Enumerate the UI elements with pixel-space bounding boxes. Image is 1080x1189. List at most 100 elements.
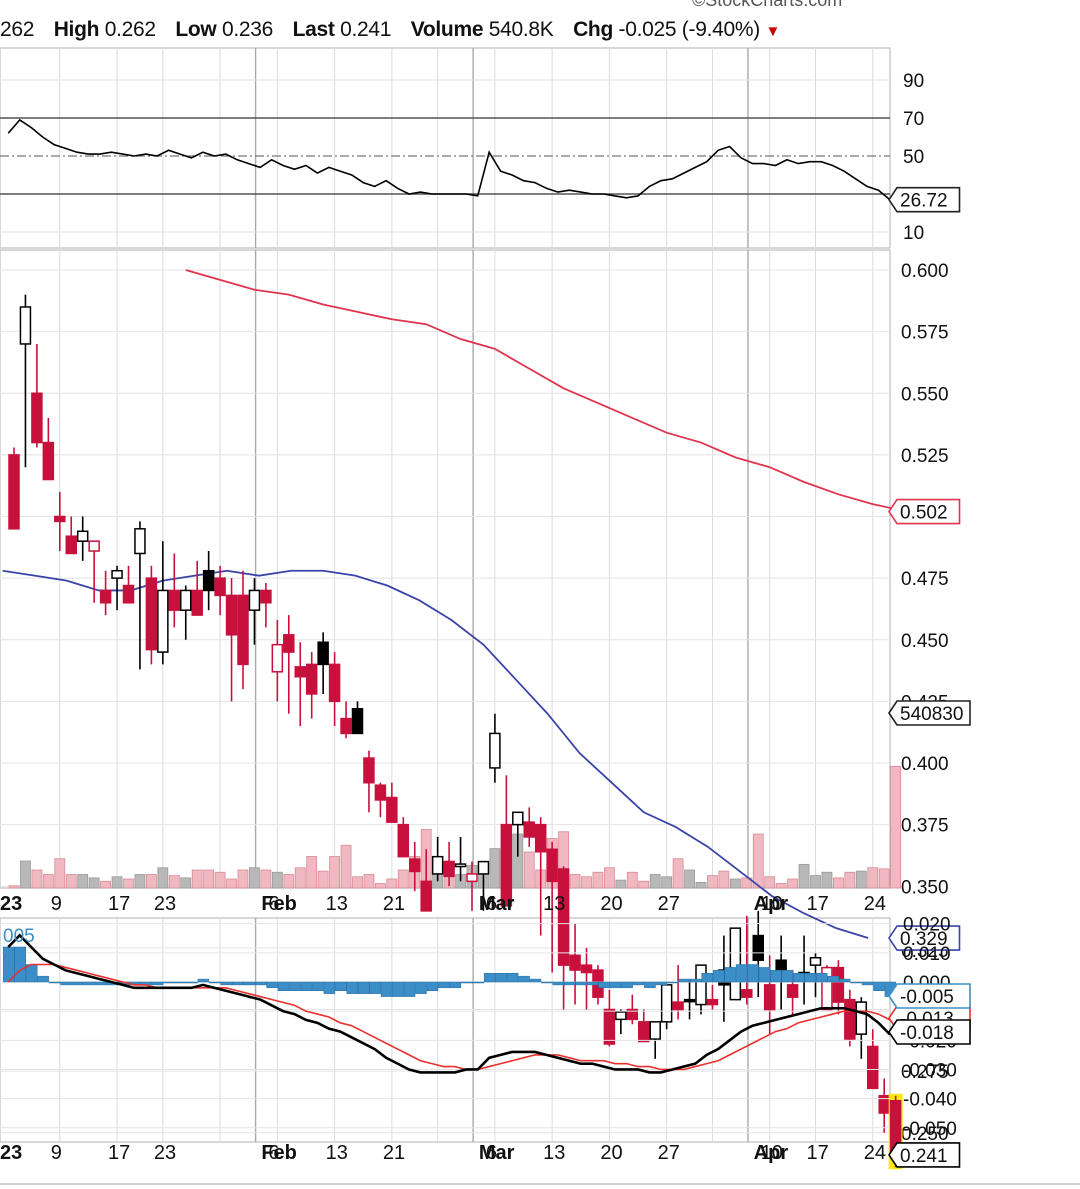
volume-bar (626, 871, 638, 889)
volume-bar (581, 876, 592, 889)
candle-body (305, 663, 318, 695)
volume-bar (134, 874, 146, 889)
volume-bar (810, 875, 821, 889)
candle-body (31, 392, 43, 444)
candle-body (512, 811, 524, 826)
price-y-tick: 0.400 (901, 754, 949, 775)
volume-bar (867, 867, 879, 889)
macd-histogram-bar (541, 981, 553, 984)
volume-bar (214, 871, 226, 889)
volume-bar (890, 765, 902, 889)
x-axis-label: 13 (326, 1142, 348, 1164)
volume-bar (329, 856, 341, 889)
volume-bar (237, 869, 249, 889)
candle-body (431, 855, 444, 875)
stock-chart: 90 70 50 10 26.72 0.600 0.575 0.550 0.525 0.475 0.… (0, 47, 971, 1170)
volume-bar (718, 870, 730, 889)
macd-y-tick: 0.010 (903, 944, 951, 965)
candle-body (363, 757, 375, 784)
bottom-divider (0, 1183, 1080, 1185)
candle-body (283, 634, 295, 653)
last-price-tag: 0.241 (900, 1146, 948, 1167)
macd-histogram-bar (369, 981, 381, 994)
macd-histogram-bar (266, 981, 278, 989)
candle-body (191, 589, 203, 616)
volume-bar (203, 869, 215, 889)
volume-bar (695, 881, 707, 889)
macd-histogram-bar (781, 970, 794, 983)
candle-body (763, 984, 776, 1011)
macd-histogram-bar (793, 973, 805, 983)
x-axis-label: 23 (154, 893, 176, 915)
price-y-tick: 0.600 (901, 261, 949, 282)
volume-bar (787, 878, 798, 889)
volume-bar (855, 870, 867, 889)
x-axis-label: 17 (807, 1142, 829, 1164)
macd-histogram-bar (632, 981, 645, 986)
volume-bar (8, 885, 20, 889)
volume-bar (363, 874, 375, 889)
x-axis-label: 21 (383, 893, 405, 915)
macd-histogram-bar (335, 981, 347, 991)
candle-body (466, 873, 478, 883)
rsi-line (7, 118, 891, 201)
candle-body (42, 441, 55, 481)
price-y-tick: 0.525 (901, 446, 949, 467)
candle-body (603, 1008, 616, 1045)
candle-body (397, 823, 410, 858)
rsi-y-tick: 10 (903, 223, 924, 244)
candle-body (19, 306, 32, 345)
ma-long-line (185, 269, 908, 513)
x-axis-label: 24 (864, 893, 886, 915)
volume-bar (191, 869, 203, 889)
candle-body (202, 569, 215, 592)
candle-body (145, 577, 158, 651)
candle-body (786, 984, 799, 998)
candle-body (615, 1011, 627, 1021)
volume-bar (111, 876, 123, 889)
candle-body (660, 984, 673, 1023)
macd-histogram-bar (518, 975, 530, 983)
volume-bar (340, 844, 352, 889)
volume-bar (20, 860, 31, 889)
volume-bar (615, 879, 627, 889)
x-axis-label: 20 (600, 893, 622, 915)
x-axis-label: 17 (807, 893, 829, 915)
volume-bar (260, 869, 272, 889)
candle-body (248, 589, 261, 611)
candle-body (844, 998, 856, 1040)
macd-histogram-bar (14, 946, 26, 983)
rsi-y-tick: 90 (903, 71, 924, 92)
macd-histogram-bar (472, 981, 484, 984)
x-axis-label: 17 (108, 1142, 130, 1164)
volume-bar (661, 876, 673, 889)
macd-histogram-bar (60, 981, 72, 986)
volume-bar (54, 858, 66, 889)
macd-histogram-bar (357, 981, 370, 994)
macd-histogram-bar (380, 981, 393, 997)
macd-histogram-bar (163, 981, 175, 984)
macd-histogram-bar (94, 981, 107, 986)
volume-bar (100, 880, 111, 889)
volume-bar (77, 874, 89, 889)
candle-body (534, 823, 547, 853)
candle-body (867, 1045, 879, 1090)
candle-body (168, 589, 181, 611)
volume-bar (271, 871, 283, 889)
candle-body (180, 589, 192, 611)
candle-body (832, 966, 845, 1003)
macd-histogram-bar (495, 973, 507, 983)
volume-bar (294, 867, 306, 889)
macd-histogram-bar (461, 981, 473, 984)
volume-bar (157, 867, 169, 889)
candle-body (260, 589, 272, 604)
macd-histogram-bar (174, 981, 187, 984)
candle-body (134, 528, 146, 555)
rsi-y-tick: 50 (903, 147, 924, 168)
macd-histogram-bar (575, 981, 588, 986)
price-y-tick: 0.350 (901, 877, 949, 898)
volume-bar (672, 858, 684, 889)
macd-value-tag: -0.018 (900, 1023, 954, 1044)
candle-body (122, 584, 135, 604)
macd-histogram-bar (483, 973, 496, 983)
